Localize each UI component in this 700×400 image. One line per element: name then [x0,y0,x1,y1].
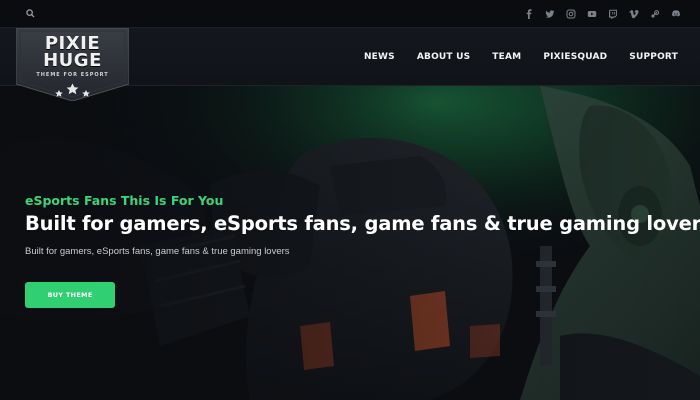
nav-item-support[interactable]: SUPPORT [629,52,678,62]
search-icon[interactable] [22,6,38,22]
hero-subline: Built for gamers, eSports fans, game fan… [25,246,290,257]
facebook-icon[interactable] [518,6,539,22]
twitch-icon[interactable] [602,6,623,22]
nav-item-news[interactable]: NEWS [364,52,395,62]
social-links [518,6,686,22]
top-utility-bar [0,0,700,28]
youtube-icon[interactable] [581,6,602,22]
nav-item-about-us[interactable]: ABOUT US [417,52,470,62]
nav-item-pixiesquad[interactable]: PIXIESQUAD [543,52,607,62]
hero-background-image [0,86,700,400]
vimeo-icon[interactable] [623,6,644,22]
main-nav: NEWS ABOUT US TEAM PIXIESQUAD SUPPORT [364,28,678,86]
buy-theme-button[interactable]: BUY THEME [25,282,115,308]
hero-headline: Built for gamers, eSports fans, game fan… [25,212,700,235]
site-logo[interactable]: PIXIE HUGE THEME FOR ESPORT [16,28,129,101]
hero-banner: eSports Fans This Is For You Built for g… [0,86,700,400]
nav-item-team[interactable]: TEAM [492,52,521,62]
instagram-icon[interactable] [560,6,581,22]
hero-eyebrow: eSports Fans This Is For You [25,193,224,208]
logo-line-2: HUGE [43,50,102,71]
steam-icon[interactable] [644,6,665,22]
twitter-icon[interactable] [539,6,560,22]
discord-icon[interactable] [665,6,686,22]
logo-tagline: THEME FOR ESPORT [36,72,109,78]
